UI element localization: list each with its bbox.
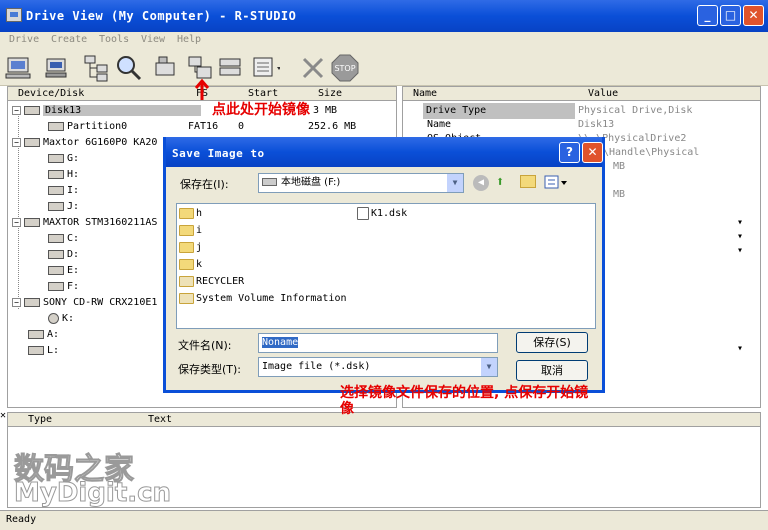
properties-header: Name Value [403, 87, 760, 101]
annotation-top: 点此处开始镜像 [212, 102, 310, 118]
annotation-bottom: 选择镜像文件保存的位置, 点保存开始镜像 [340, 385, 589, 417]
menu-drive[interactable]: Drive [9, 34, 39, 45]
save-button[interactable]: 保存(S) [516, 332, 588, 353]
open-drive-files-icon[interactable] [150, 53, 180, 83]
tree-row[interactable]: G: [48, 151, 79, 167]
file-list: h i j k RECYCLER System Volume Informati… [176, 203, 596, 329]
menu-bar: Drive Create Tools View Help [0, 32, 768, 50]
menu-create[interactable]: Create [51, 34, 87, 45]
folder-icon [179, 207, 194, 219]
partition-icon [48, 121, 64, 131]
list-item[interactable]: System Volume Information [179, 291, 347, 307]
tree-row[interactable]: K: [48, 311, 74, 327]
chevron-down-icon: ▼ [446, 174, 463, 192]
list-item[interactable]: i [179, 223, 202, 239]
back-icon[interactable]: ◀ [473, 175, 489, 191]
col-size[interactable]: Size [318, 88, 342, 99]
list-item[interactable]: j [179, 240, 202, 256]
col-value[interactable]: Value [588, 88, 618, 99]
filename-label: 文件名(N): [178, 339, 232, 352]
save-in-label: 保存在(I): [180, 178, 229, 191]
tree-row[interactable]: A: [28, 327, 59, 343]
menu-help[interactable]: Help [177, 34, 201, 45]
tree-row[interactable]: C: [48, 231, 79, 247]
folder-icon [179, 224, 194, 236]
folder-icon [179, 258, 194, 270]
tree-row[interactable]: I: [48, 183, 79, 199]
tree-row[interactable]: − Maxtor 6G160P0 KA20 [12, 135, 157, 151]
close-log-icon[interactable]: ✕ [0, 410, 6, 421]
dialog-title-bar: Save Image to ? ✕ [166, 137, 603, 167]
tree-row[interactable]: D: [48, 247, 79, 263]
help-button[interactable]: ? [559, 142, 580, 163]
drive-icon [262, 178, 277, 186]
minimize-button[interactable]: _ [697, 5, 718, 26]
cdrom-icon [24, 297, 40, 307]
col-name[interactable]: Name [413, 88, 437, 99]
disk-icon [24, 105, 40, 115]
filename-input[interactable]: Noname [258, 333, 498, 353]
list-item[interactable]: h [179, 206, 202, 222]
tree-row[interactable]: − MAXTOR STM3160211AS [12, 215, 157, 231]
tree-row[interactable]: F: [48, 279, 79, 295]
tree-row[interactable]: H: [48, 167, 79, 183]
file-icon [357, 206, 369, 220]
list-item[interactable]: k [179, 257, 202, 273]
dialog-title: Save Image to [172, 147, 265, 160]
folder-icon [179, 241, 194, 253]
stop-x-icon[interactable] [298, 53, 328, 83]
disk-icon [24, 137, 40, 147]
dialog-close-button[interactable]: ✕ [582, 142, 603, 163]
up-folder-icon[interactable]: ⬆ [496, 174, 504, 190]
tree-row[interactable]: E: [48, 263, 79, 279]
toolbar: STOP [0, 50, 768, 86]
list-item[interactable]: K1.dsk [357, 206, 407, 222]
stop-icon[interactable]: STOP [330, 53, 360, 83]
chevron-down-icon: ▼ [480, 358, 497, 376]
remote-computer-icon[interactable] [42, 53, 72, 83]
folder-icon [179, 275, 194, 287]
title-bar: Drive View (My Computer) - R-STUDIO _ □ … [0, 0, 768, 32]
cancel-button[interactable]: 取消 [516, 360, 588, 381]
list-item[interactable]: RECYCLER [179, 274, 244, 290]
save-image-dialog: Save Image to ? ✕ 保存在(I): 本地磁盘 (F:) ▼ ◀ … [163, 137, 605, 393]
tree-row[interactable]: J: [48, 199, 79, 215]
tree-row[interactable]: Partition0 [48, 119, 127, 135]
menu-view[interactable]: View [141, 34, 165, 45]
watermark-en: MyDigit.cn [13, 478, 172, 509]
partition-tree-icon[interactable] [82, 53, 112, 83]
folder-icon [179, 292, 194, 304]
app-icon [6, 8, 22, 22]
tree-row[interactable]: − Disk13 [12, 103, 202, 119]
window-title: Drive View (My Computer) - R-STUDIO [26, 9, 297, 23]
dropdown-arrow-icon[interactable]: ▾ [737, 243, 743, 259]
tree-row[interactable]: L: [28, 343, 59, 359]
save-in-select[interactable]: 本地磁盘 (F:) ▼ [258, 173, 464, 193]
region-icon[interactable] [250, 53, 281, 83]
svg-text:STOP: STOP [334, 64, 355, 73]
disk-icon [24, 217, 40, 227]
close-button[interactable]: ✕ [743, 5, 764, 26]
col-start[interactable]: Start [248, 88, 278, 99]
tree-row[interactable]: − SONY CD-RW CRX210E1 [12, 295, 157, 311]
col-text[interactable]: Text [148, 414, 172, 425]
scan-icon[interactable] [114, 53, 144, 83]
col-type[interactable]: Type [28, 414, 52, 425]
dropdown-arrow-icon[interactable]: ▾ [737, 341, 743, 357]
status-text: Ready [6, 514, 37, 525]
filetype-label: 保存类型(T): [178, 363, 242, 376]
maximize-button[interactable]: □ [720, 5, 741, 26]
new-folder-icon[interactable] [520, 175, 536, 188]
view-menu-icon[interactable] [544, 175, 568, 190]
menu-tools[interactable]: Tools [99, 34, 129, 45]
col-device[interactable]: Device/Disk [18, 88, 84, 99]
filetype-select[interactable]: Image file (*.dsk) ▼ [258, 357, 498, 377]
status-bar: Ready [0, 510, 768, 530]
computer-icon[interactable] [4, 53, 34, 83]
